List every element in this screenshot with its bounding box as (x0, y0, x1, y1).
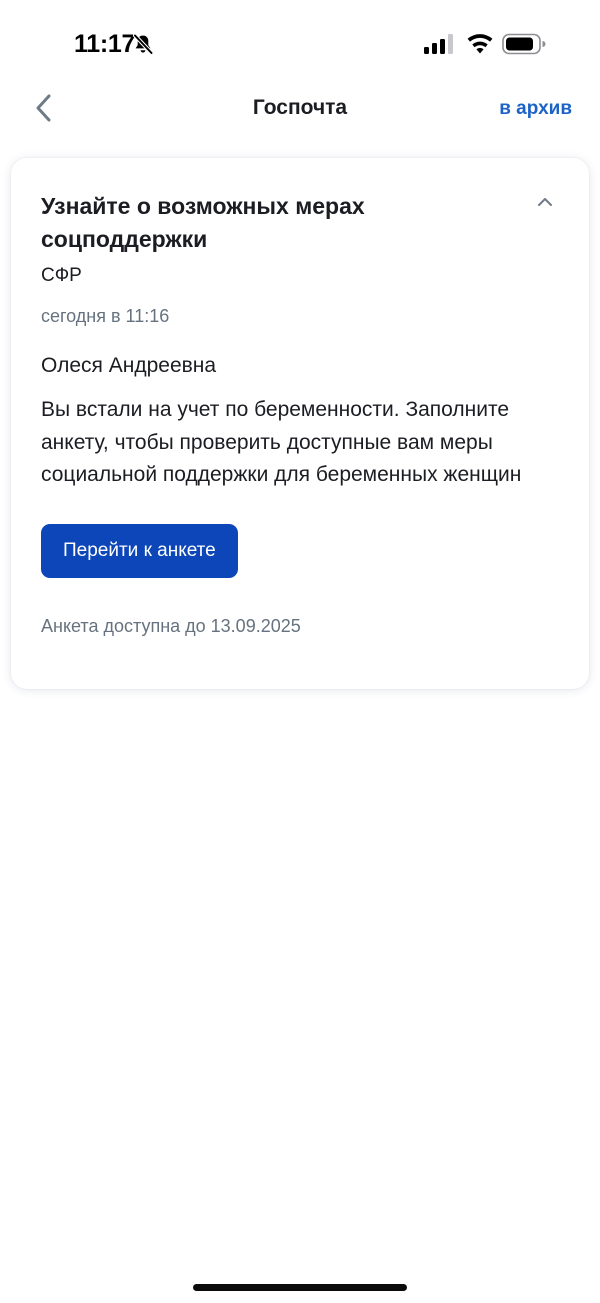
message-timestamp: сегодня в 11:16 (41, 306, 170, 326)
status-bar: 11:17 (0, 0, 600, 88)
message-sender: СФР (41, 265, 82, 286)
availability-note: Анкета доступна до 13.09.2025 (41, 616, 301, 636)
cellular-signal-icon (424, 34, 453, 54)
collapse-button[interactable] (533, 190, 557, 214)
message-card: Узнайте о возможных мерах соцподдержки С… (11, 158, 589, 689)
go-to-questionnaire-button[interactable]: Перейти к анкете (41, 524, 238, 578)
archive-button[interactable]: в архив (499, 96, 572, 122)
navigation-bar: Госпочта в архив (0, 88, 600, 132)
message-greeting: Олеся Андреевна (41, 354, 217, 377)
wifi-icon (467, 34, 493, 54)
chevron-up-icon (538, 198, 552, 206)
message-body: Вы встали на учет по беременности. Запол… (41, 398, 522, 486)
home-indicator[interactable] (193, 1284, 407, 1291)
battery-icon (502, 33, 546, 55)
message-title: Узнайте о возможных мерах соцподдержки (41, 193, 365, 252)
bell-slash-icon (133, 33, 154, 55)
status-time: 11:17 (74, 30, 136, 58)
